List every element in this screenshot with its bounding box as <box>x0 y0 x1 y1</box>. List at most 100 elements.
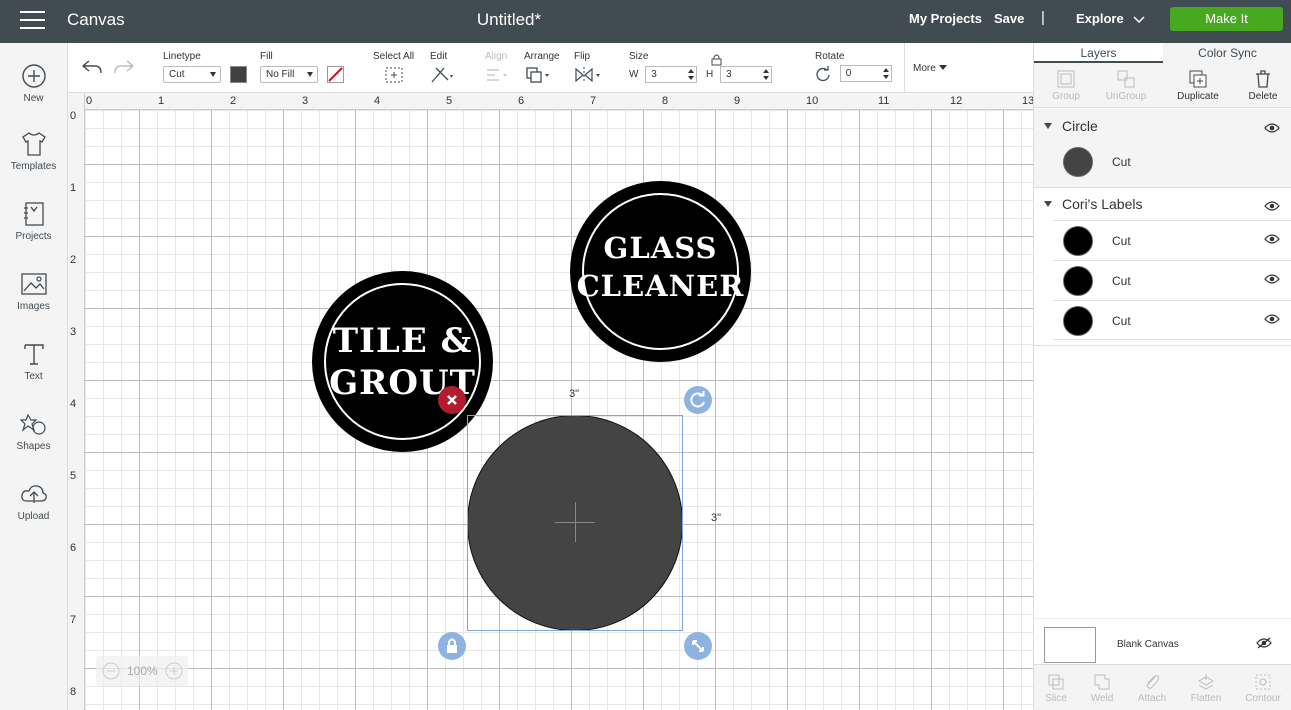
select-all-group[interactable]: Select All <box>373 51 414 87</box>
ungroup-label: UnGroup <box>1105 91 1147 102</box>
tab-color-sync[interactable]: Color Sync <box>1163 43 1291 63</box>
ruler-left-number: 6 <box>70 542 77 554</box>
sidebar-item-new[interactable]: New <box>0 63 67 104</box>
arrange-label: Arrange <box>524 51 560 62</box>
undo-button[interactable] <box>81 58 103 81</box>
layer-name: Cut <box>1112 234 1131 248</box>
layer-row[interactable]: Cut <box>1054 260 1291 300</box>
sidebar-item-templates[interactable]: Templates <box>0 131 67 172</box>
lock-proportions-button[interactable] <box>711 53 722 71</box>
size-group: Size W 3 H 3 <box>629 51 773 83</box>
no-fill-swatch[interactable] <box>326 66 344 83</box>
ruler-top: 0 1 2 3 4 5 6 7 8 9 10 11 12 13 <box>68 93 1034 110</box>
fill-value: No Fill <box>266 69 295 80</box>
ruler-left-number: 2 <box>70 254 77 266</box>
eye-icon[interactable] <box>1264 123 1280 133</box>
sidebar-label-templates: Templates <box>10 161 57 172</box>
layer-name: Cut <box>1112 274 1131 288</box>
group-button[interactable]: Group <box>1034 69 1098 102</box>
plus-circle-icon <box>21 64 46 88</box>
zoom-out-icon[interactable] <box>102 662 120 680</box>
close-icon <box>447 395 457 405</box>
flatten-icon <box>1197 674 1215 690</box>
linetype-select[interactable]: Cut <box>163 66 221 83</box>
slice-button[interactable]: Slice <box>1031 673 1081 704</box>
eye-icon[interactable] <box>1264 314 1280 324</box>
delete-button[interactable]: Delete <box>1231 69 1291 102</box>
sidebar-item-text[interactable]: Text <box>0 341 67 382</box>
glass-cleaner-line1: GLASS <box>603 231 718 265</box>
layer-name: Cut <box>1112 314 1131 328</box>
ruler-top-number: 7 <box>590 95 597 107</box>
rotate-value: 0 <box>845 68 852 79</box>
contour-button[interactable]: Contour <box>1238 673 1288 704</box>
layer-thumbnail <box>1063 147 1093 177</box>
layer-group-header-circle[interactable]: Circle <box>1034 110 1291 142</box>
layer-name: Cut <box>1112 155 1131 169</box>
my-projects-link[interactable]: My Projects <box>909 11 982 26</box>
blank-canvas-row[interactable]: Blank Canvas <box>1034 618 1291 664</box>
attach-button[interactable]: Attach <box>1127 673 1177 704</box>
size-label: Size <box>629 51 649 62</box>
trash-icon <box>1256 70 1270 88</box>
linetype-label: Linetype <box>163 51 201 62</box>
ruler-left-number: 3 <box>70 326 77 338</box>
glass-cleaner-label[interactable]: GLASS CLEANER <box>570 181 751 362</box>
layer-row[interactable]: Cut <box>1054 142 1291 182</box>
panel-tabs: Layers Color Sync <box>1034 43 1291 63</box>
more-dropdown[interactable]: More <box>913 63 947 74</box>
eye-hidden-icon[interactable] <box>1256 637 1272 649</box>
ruler-left-number: 4 <box>70 398 77 410</box>
sidebar-item-shapes[interactable]: Shapes <box>0 411 67 452</box>
delete-label: Delete <box>1248 91 1278 102</box>
layer-row[interactable]: Cut <box>1054 220 1291 260</box>
lock-handle[interactable] <box>438 632 466 660</box>
height-input[interactable]: 3 <box>720 66 773 83</box>
flatten-button[interactable]: Flatten <box>1181 673 1231 704</box>
layer-group-header-coris-labels[interactable]: Cori's Labels <box>1034 188 1291 220</box>
eye-icon[interactable] <box>1264 201 1280 211</box>
tab-layers[interactable]: Layers <box>1034 43 1163 63</box>
ungroup-icon <box>1117 70 1135 88</box>
selection-height-label: 3" <box>711 512 722 524</box>
explore-dropdown[interactable]: Explore <box>1076 11 1145 26</box>
slice-label: Slice <box>1045 693 1067 704</box>
linetype-group: Linetype Cut <box>163 51 247 83</box>
arrange-group[interactable]: Arrange <box>524 51 560 87</box>
fill-select[interactable]: No Fill <box>260 66 318 83</box>
sidebar-item-upload[interactable]: Upload <box>0 481 67 522</box>
width-input[interactable]: 3 <box>645 66 698 83</box>
layer-group-name: Circle <box>1062 118 1098 134</box>
arrange-icon <box>526 67 549 83</box>
ruler-left-number: 7 <box>70 614 77 626</box>
zoom-control: 100% <box>96 656 188 686</box>
design-canvas[interactable]: 0 1 2 3 4 5 6 7 8 9 10 11 12 13 012345678 TILE & GROU… <box>68 93 1034 710</box>
sidebar-item-projects[interactable]: Projects <box>0 201 67 242</box>
layer-row[interactable]: Cut <box>1054 300 1291 340</box>
eye-icon[interactable] <box>1264 274 1280 284</box>
explore-label: Explore <box>1076 11 1124 26</box>
document-title[interactable]: Untitled* <box>0 10 1018 30</box>
delete-handle[interactable] <box>438 386 466 414</box>
weld-button[interactable]: Weld <box>1077 673 1127 704</box>
save-link[interactable]: Save <box>994 11 1024 26</box>
select-all-label: Select All <box>373 51 415 62</box>
sidebar-item-images[interactable]: Images <box>0 271 67 312</box>
tile-grout-label[interactable]: TILE & GROUT <box>312 271 493 452</box>
edit-group[interactable]: Edit <box>430 51 456 87</box>
weld-label: Weld <box>1090 693 1114 704</box>
zoom-in-icon[interactable] <box>165 662 183 680</box>
ungroup-button[interactable]: UnGroup <box>1094 69 1158 102</box>
linetype-color-swatch[interactable] <box>229 66 247 83</box>
rotate-input[interactable]: 0 <box>839 65 892 82</box>
flip-group[interactable]: Flip <box>574 51 604 87</box>
sidebar-label-projects: Projects <box>15 231 52 242</box>
rotate-handle[interactable] <box>684 386 712 414</box>
resize-handle[interactable] <box>684 632 712 660</box>
duplicate-button[interactable]: Duplicate <box>1166 69 1230 102</box>
redo-icon <box>114 60 135 74</box>
ruler-left-number: 0 <box>70 110 77 122</box>
make-it-button[interactable]: Make It <box>1170 7 1283 31</box>
redo-button[interactable] <box>113 58 135 81</box>
eye-icon[interactable] <box>1264 234 1280 244</box>
